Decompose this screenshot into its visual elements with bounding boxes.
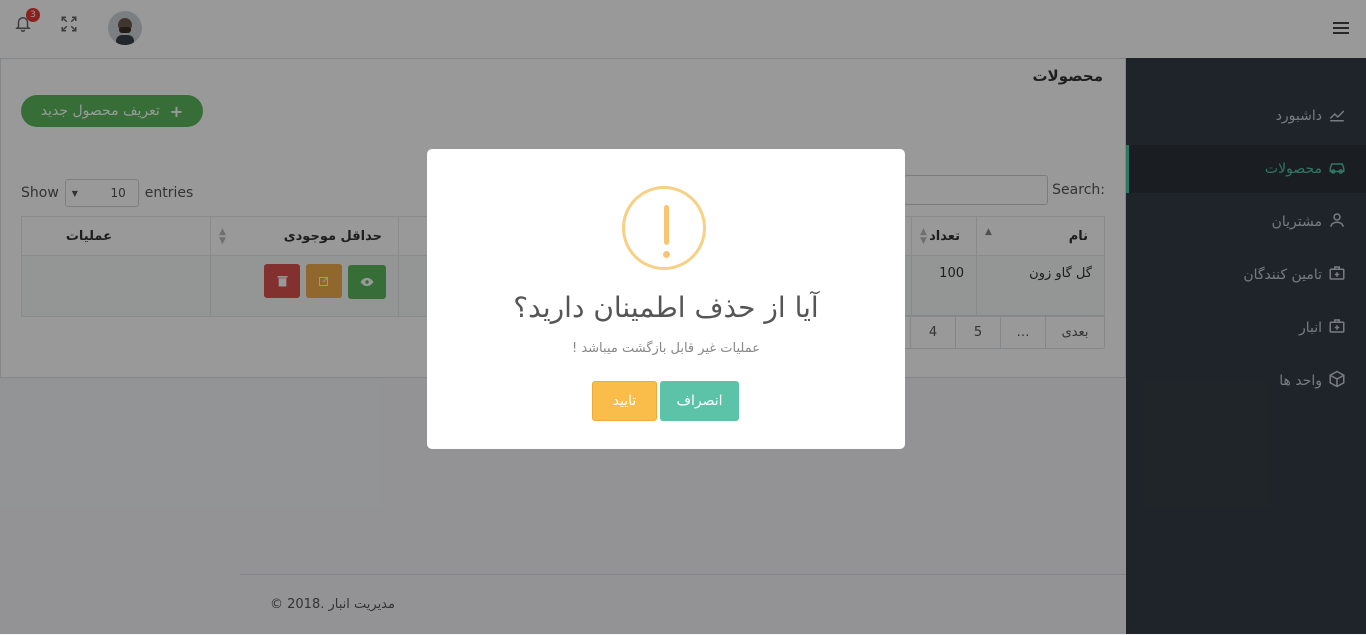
confirm-button[interactable]: تایید (592, 381, 657, 421)
dialog-text: عملیات غیر قابل بازگشت میباشد ! (572, 341, 760, 356)
cancel-button[interactable]: انصراف (660, 381, 739, 421)
delete-confirm-dialog: آیا از حذف اطمینان دارید؟ عملیات غیر قاب… (427, 149, 905, 449)
dialog-title: آیا از حذف اطمینان دارید؟ (513, 291, 819, 324)
warning-icon (622, 186, 706, 270)
